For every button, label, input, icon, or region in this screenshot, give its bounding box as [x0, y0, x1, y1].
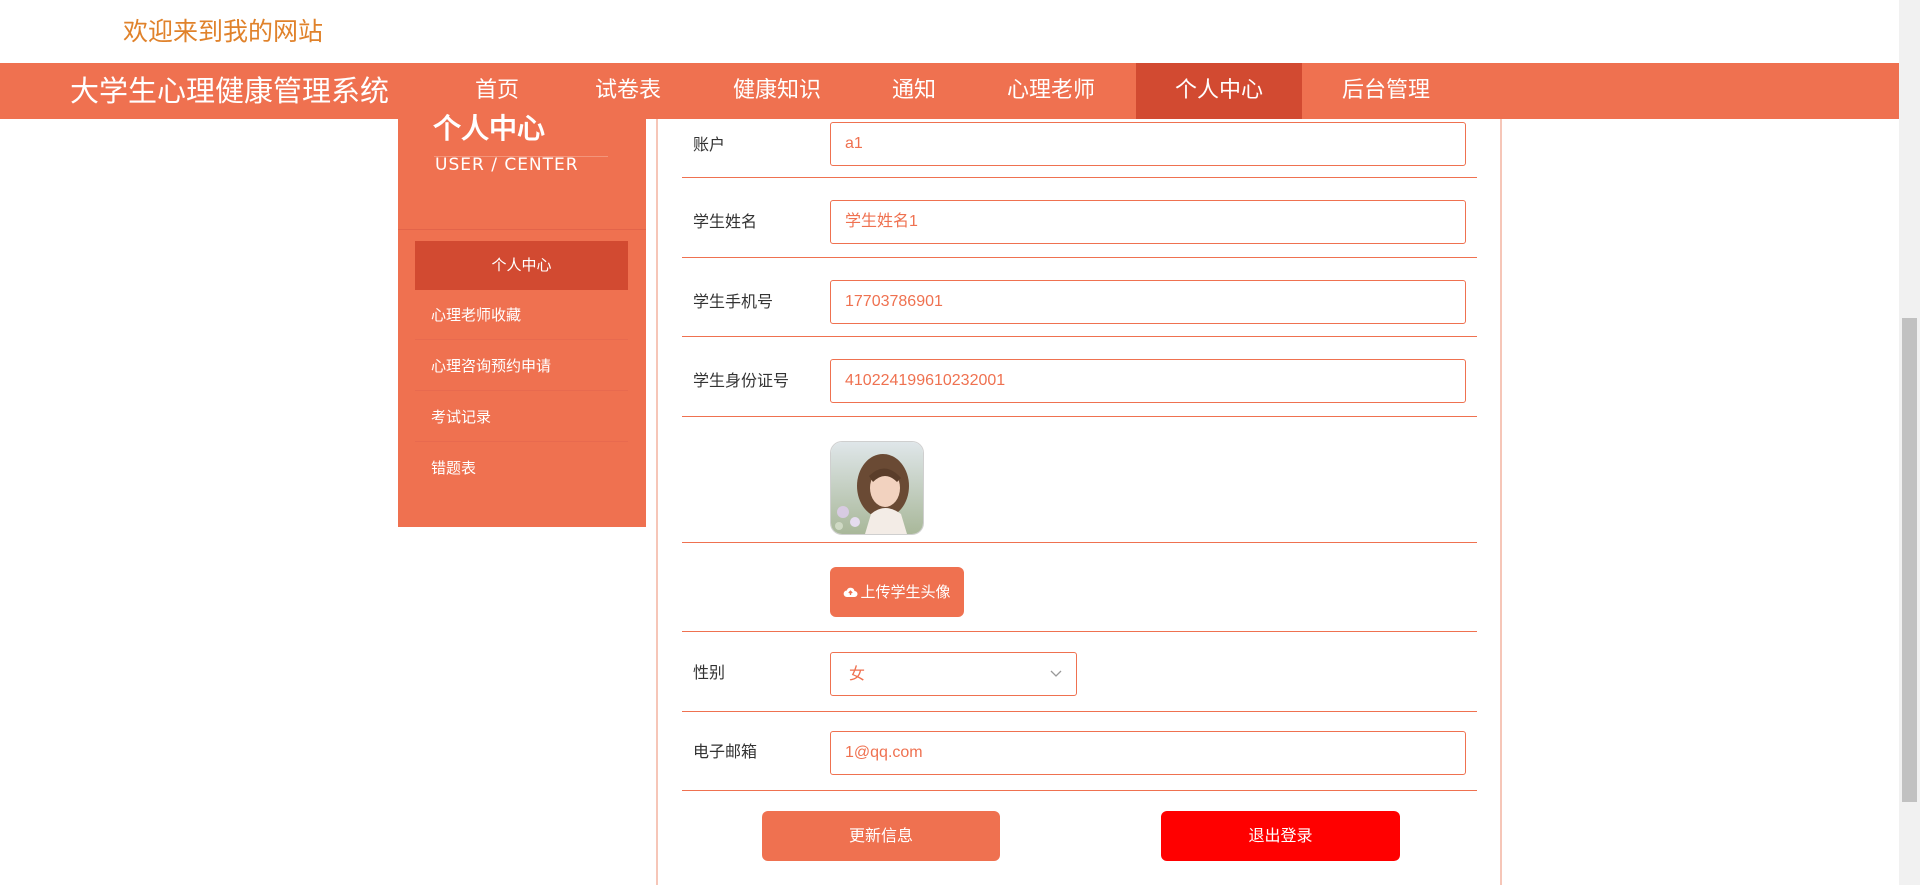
name-input[interactable]: 学生姓名1	[830, 200, 1466, 244]
form-row-avatar	[682, 417, 1477, 543]
nav-user-center[interactable]: 个人中心	[1136, 63, 1302, 119]
sidebar-item-user-center[interactable]: 个人中心	[415, 241, 628, 290]
sidebar-item-counselor-favorites[interactable]: 心理老师收藏	[415, 290, 628, 340]
id-card-label: 学生身份证号	[693, 371, 790, 390]
nav-notices[interactable]: 通知	[874, 63, 954, 119]
email-label: 电子邮箱	[693, 742, 758, 761]
gender-label: 性别	[693, 663, 726, 682]
profile-form: 账户 a1 学生姓名 学生姓名1 学生手机号 17703786901 学生身份证…	[656, 119, 1502, 885]
avatar-image	[831, 442, 923, 534]
sidebar: 个人中心 USER / CENTER 个人中心 心理老师收藏 心理咨询预约申请 …	[398, 112, 646, 527]
sidebar-item-wrong-questions[interactable]: 错题表	[415, 443, 628, 493]
sidebar-subtitle: USER / CENTER	[435, 155, 579, 175]
main-content: 个人中心 USER / CENTER 个人中心 心理老师收藏 心理咨询预约申请 …	[0, 112, 1899, 885]
form-row-name: 学生姓名 学生姓名1	[682, 178, 1477, 258]
upload-avatar-label: 上传学生头像	[860, 583, 951, 601]
form-row-id-card: 学生身份证号 410224199610232001	[682, 337, 1477, 417]
sidebar-title: 个人中心	[433, 112, 546, 145]
form-row-phone: 学生手机号 17703786901	[682, 258, 1477, 337]
gender-selected-value: 女	[849, 664, 866, 683]
account-input[interactable]: a1	[830, 122, 1466, 166]
form-row-upload	[682, 543, 1477, 632]
gender-select[interactable]: 女	[830, 652, 1077, 696]
chevron-down-icon	[1050, 653, 1062, 712]
form-row-gender: 性别	[682, 632, 1477, 712]
form-row-account: 账户 a1	[682, 119, 1477, 178]
nav-health-knowledge[interactable]: 健康知识	[722, 63, 832, 119]
phone-label: 学生手机号	[693, 292, 774, 311]
nav-admin[interactable]: 后台管理	[1330, 63, 1442, 119]
site-brand[interactable]: 大学生心理健康管理系统	[70, 63, 389, 119]
name-label: 学生姓名	[693, 212, 758, 231]
sidebar-divider	[398, 229, 646, 230]
sidebar-item-consultation-requests[interactable]: 心理咨询预约申请	[415, 341, 628, 391]
email-input[interactable]: 1@qq.com	[830, 731, 1466, 775]
sidebar-item-exam-records[interactable]: 考试记录	[415, 392, 628, 442]
id-card-input[interactable]: 410224199610232001	[830, 359, 1466, 403]
upload-avatar-button[interactable]: 上传学生头像	[830, 567, 964, 617]
welcome-text: 欢迎来到我的网站	[123, 17, 324, 46]
logout-button[interactable]: 退出登录	[1161, 811, 1400, 861]
phone-input[interactable]: 17703786901	[830, 280, 1466, 324]
nav-counselors[interactable]: 心理老师	[996, 63, 1106, 119]
nav-exam-papers[interactable]: 试卷表	[580, 63, 676, 119]
main-nav: 大学生心理健康管理系统 首页 试卷表 健康知识 通知 心理老师 个人中心 后台管…	[0, 63, 1899, 119]
student-avatar	[830, 441, 924, 535]
update-info-button[interactable]: 更新信息	[762, 811, 1000, 861]
account-label: 账户	[693, 135, 726, 154]
scrollbar-thumb[interactable]	[1902, 318, 1917, 802]
cloud-upload-icon	[843, 568, 858, 618]
form-row-email: 电子邮箱 1@qq.com	[682, 712, 1477, 791]
top-bar: 欢迎来到我的网站	[0, 0, 1899, 63]
